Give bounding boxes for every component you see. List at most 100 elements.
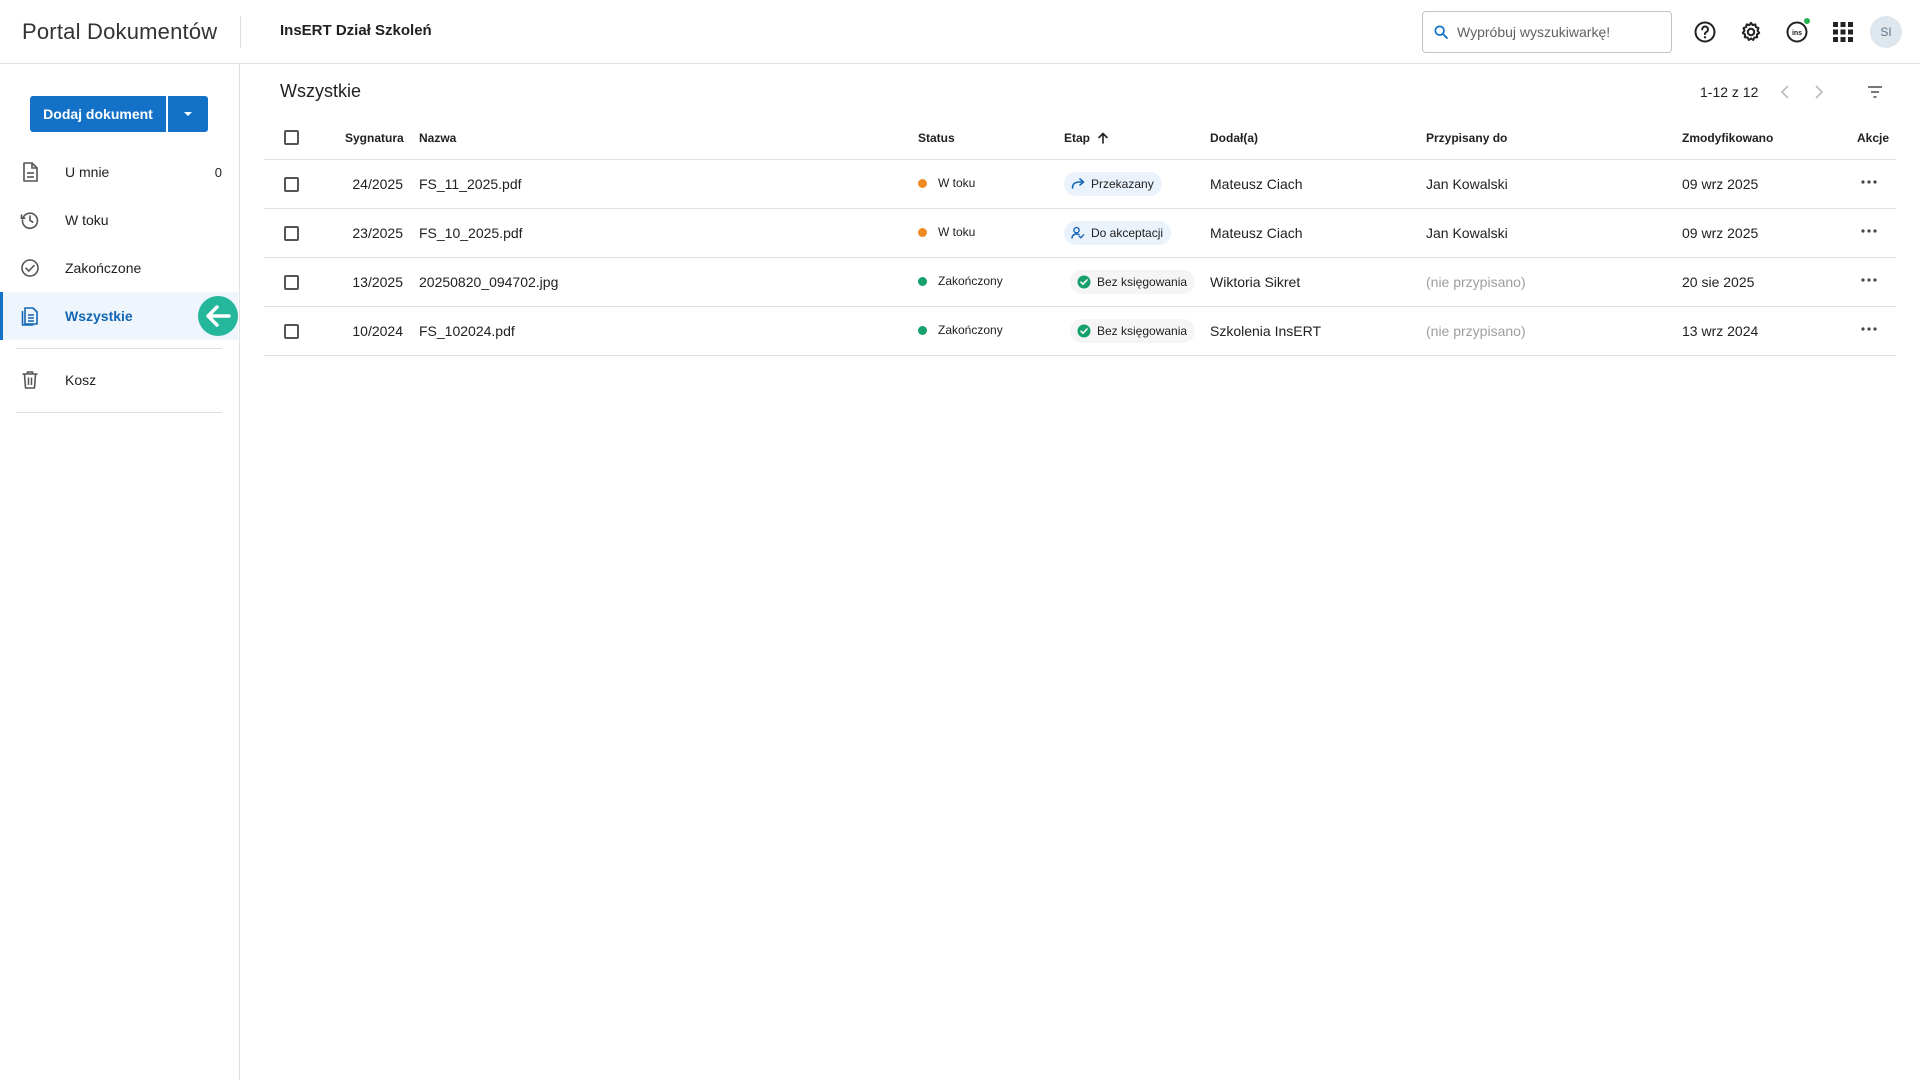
- header-divider: [240, 16, 241, 48]
- documents-table: Sygnatura Nazwa Status Etap Dodał(a) Przypisa…: [264, 116, 1896, 356]
- status-dot: [918, 325, 927, 335]
- status-cell: W toku: [918, 225, 975, 239]
- next-page-button[interactable]: [1807, 80, 1831, 104]
- assigned-to-cell: (nie przypisano): [1426, 274, 1526, 290]
- stage-badge: Do akceptacji: [1064, 221, 1172, 245]
- status-label: W toku: [938, 225, 976, 239]
- search-icon: [1434, 25, 1448, 39]
- filter-icon: [1868, 86, 1882, 98]
- select-all-checkbox[interactable]: [284, 130, 299, 145]
- sidebar-item-wszystkie[interactable]: Wszystkie: [0, 292, 238, 340]
- sidebar-item-label: W toku: [65, 212, 109, 228]
- apps-grid-icon: [1833, 22, 1853, 42]
- column-header-name[interactable]: Nazwa: [419, 131, 456, 145]
- assigned-to-cell: Jan Kowalski: [1426, 225, 1508, 241]
- document-name-cell[interactable]: FS_102024.pdf: [419, 323, 515, 339]
- settings-button[interactable]: [1738, 19, 1764, 45]
- add-document-button[interactable]: Dodaj dokument: [30, 96, 166, 132]
- pagination-info: 1-12 z 12: [1700, 84, 1759, 100]
- status-dot: [918, 227, 927, 237]
- app-title[interactable]: Portal Dokumentów: [22, 19, 217, 45]
- add-document-dropdown-button[interactable]: [166, 96, 208, 132]
- search-input[interactable]: [1457, 24, 1657, 40]
- row-checkbox[interactable]: [284, 275, 299, 290]
- row-actions-button[interactable]: [1855, 219, 1883, 243]
- online-status-dot: [1803, 17, 1811, 25]
- apps-menu-button[interactable]: [1830, 19, 1856, 45]
- signature-cell: 10/2024: [352, 323, 403, 339]
- more-horizontal-icon: [1861, 327, 1877, 331]
- column-header-status[interactable]: Status: [918, 131, 955, 145]
- user-avatar[interactable]: SI: [1870, 16, 1902, 48]
- added-by-cell: Mateusz Ciach: [1210, 225, 1303, 241]
- column-header-actions[interactable]: Akcje: [1857, 131, 1889, 145]
- status-dot: [918, 178, 927, 188]
- caret-down-icon: [184, 112, 192, 116]
- sidebar-item-u-mnie[interactable]: U mnie 0: [0, 148, 238, 196]
- settings-icon: [1741, 21, 1761, 41]
- sidebar-item-label: U mnie: [65, 164, 110, 180]
- row-checkbox[interactable]: [284, 226, 299, 241]
- row-actions-button[interactable]: [1855, 170, 1883, 194]
- more-horizontal-icon: [1861, 229, 1877, 233]
- row-actions-button[interactable]: [1855, 317, 1883, 341]
- column-header-signature[interactable]: Sygnatura: [345, 131, 404, 145]
- status-label: Zakończony: [938, 274, 1003, 288]
- previous-page-button[interactable]: [1773, 80, 1797, 104]
- column-header-modified[interactable]: Zmodyfikowano: [1682, 131, 1773, 145]
- stage-label: Przekazany: [1091, 177, 1154, 191]
- document-name-cell[interactable]: 20250820_094702.jpg: [419, 274, 558, 290]
- sidebar: Dodaj dokument U mnie 0 W toku Zakończon…: [0, 64, 240, 1080]
- sidebar-item-zakonczone[interactable]: Zakończone: [0, 244, 238, 292]
- sidebar-divider: [16, 412, 222, 413]
- signature-cell: 23/2025: [352, 225, 403, 241]
- status-label: W toku: [938, 176, 976, 190]
- stage-badge: Przekazany: [1064, 172, 1162, 196]
- document-icon: [20, 162, 40, 182]
- check-circle-filled-icon: [1077, 324, 1091, 338]
- modified-date-cell: 09 wrz 2025: [1682, 176, 1759, 192]
- added-by-cell: Mateusz Ciach: [1210, 176, 1303, 192]
- arrow-left-icon: [198, 296, 238, 336]
- sidebar-item-w-toku[interactable]: W toku: [0, 196, 238, 244]
- sidebar-item-label: Kosz: [65, 372, 97, 388]
- modified-date-cell: 20 sie 2025: [1682, 274, 1755, 290]
- help-button[interactable]: [1692, 19, 1718, 45]
- chevron-right-icon: [1815, 85, 1824, 99]
- table-row[interactable]: 10/2024 FS_102024.pdf Zakończony Bez księgo…: [264, 307, 1896, 356]
- signature-cell: 24/2025: [352, 176, 403, 192]
- stage-label: Bez księgowania: [1097, 324, 1188, 338]
- sidebar-item-label: Wszystkie: [65, 308, 133, 324]
- modified-date-cell: 13 wrz 2024: [1682, 323, 1759, 339]
- svg-text:ins: ins: [1792, 30, 1802, 37]
- add-document-button-group: Dodaj dokument: [30, 96, 208, 132]
- signature-cell: 13/2025: [352, 274, 403, 290]
- row-checkbox[interactable]: [284, 177, 299, 192]
- table-row[interactable]: 24/2025 FS_11_2025.pdf W toku Przekazany Mat…: [264, 160, 1896, 209]
- modified-date-cell: 09 wrz 2025: [1682, 225, 1759, 241]
- sidebar-item-count: 0: [214, 164, 222, 180]
- top-header: Portal Dokumentów InsERT Dział Szkoleń i…: [0, 0, 1920, 64]
- row-checkbox[interactable]: [284, 324, 299, 339]
- column-header-stage[interactable]: Etap: [1064, 131, 1090, 145]
- insert-app-button[interactable]: ins: [1784, 17, 1811, 45]
- assigned-to-cell: Jan Kowalski: [1426, 176, 1508, 192]
- table-row[interactable]: 23/2025 FS_10_2025.pdf W toku Do akceptacji…: [264, 209, 1896, 258]
- row-actions-button[interactable]: [1855, 268, 1883, 292]
- trash-icon: [20, 370, 40, 390]
- document-name-cell[interactable]: FS_11_2025.pdf: [419, 176, 522, 192]
- column-header-added-by[interactable]: Dodał(a): [1210, 131, 1258, 145]
- search-box[interactable]: [1422, 11, 1672, 53]
- filter-button[interactable]: [1862, 79, 1888, 105]
- document-name-cell[interactable]: FS_10_2025.pdf: [419, 225, 523, 241]
- table-row[interactable]: 13/2025 20250820_094702.jpg Zakończony Bez …: [264, 258, 1896, 307]
- sidebar-item-kosz[interactable]: Kosz: [0, 356, 238, 404]
- more-horizontal-icon: [1861, 278, 1877, 282]
- added-by-cell: Wiktoria Sikret: [1210, 274, 1301, 290]
- sort-ascending-icon[interactable]: [1097, 132, 1109, 144]
- column-header-assigned-to[interactable]: Przypisany do: [1426, 131, 1507, 145]
- check-circle-icon: [20, 258, 40, 278]
- table-header: Sygnatura Nazwa Status Etap Dodał(a) Przypisa…: [264, 116, 1896, 160]
- chevron-left-icon: [1780, 85, 1789, 99]
- organization-name[interactable]: InsERT Dział Szkoleń: [280, 22, 432, 39]
